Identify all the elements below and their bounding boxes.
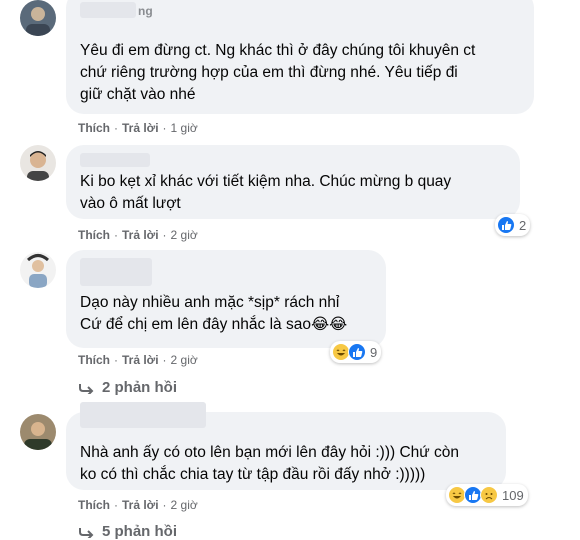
comment-text: Yêu đi em đừng ct. Ng khác thì ở đây chú… xyxy=(80,42,476,103)
reaction-count: 9 xyxy=(370,344,378,360)
comment-actions: Thích · Trả lời · 2 giờ xyxy=(78,228,198,242)
comment-bubble: Dạo này nhiều anh mặc *sịp* rách nhỉ Cứ … xyxy=(66,250,386,348)
view-replies-link[interactable]: 5 phản hồi xyxy=(78,523,177,540)
like-link[interactable]: Thích xyxy=(78,121,110,135)
reply-link[interactable]: Trả lời xyxy=(122,353,159,367)
timestamp[interactable]: 2 giờ xyxy=(171,353,198,367)
avatar[interactable] xyxy=(20,252,56,288)
sad-icon xyxy=(480,486,498,504)
reaction-count: 2 xyxy=(519,217,527,233)
redacted-author-name[interactable] xyxy=(80,402,206,428)
reply-link[interactable]: Trả lời xyxy=(122,121,159,135)
replies-count-label[interactable]: 5 phản hồi xyxy=(102,523,177,540)
comment-actions: Thích · Trả lời · 1 giờ xyxy=(78,121,198,135)
reply-arrow-icon xyxy=(79,527,94,538)
reaction-summary[interactable]: 109 xyxy=(446,484,528,506)
reaction-summary[interactable]: 2 xyxy=(495,214,531,236)
timestamp[interactable]: 1 giờ xyxy=(171,121,198,135)
timestamp[interactable]: 2 giờ xyxy=(171,228,198,242)
like-icon xyxy=(497,216,515,234)
comment-bubble: Nhà anh ấy có oto lên bạn mới lên đây hỏ… xyxy=(66,402,506,490)
comment-text: Ki bo kẹt xỉ khác với tiết kiệm nha. Chú… xyxy=(80,173,452,212)
like-icon xyxy=(348,343,366,361)
reply-link[interactable]: Trả lời xyxy=(122,228,159,242)
comment-bubble: Ki bo kẹt xỉ khác với tiết kiệm nha. Chú… xyxy=(66,145,520,219)
comment-actions: Thích · Trả lời · 2 giờ xyxy=(78,498,198,512)
replies-count-label[interactable]: 2 phản hồi xyxy=(102,379,177,396)
view-replies-link[interactable]: 2 phản hồi xyxy=(78,379,177,396)
like-link[interactable]: Thích xyxy=(78,228,110,242)
redacted-author-name[interactable] xyxy=(80,153,150,167)
like-link[interactable]: Thích xyxy=(78,498,110,512)
author-name-fragment[interactable]: ng xyxy=(138,4,153,18)
redacted-author-name[interactable] xyxy=(80,258,152,286)
comment-text: Dạo này nhiều anh mặc *sịp* rách nhỉ Cứ … xyxy=(80,294,348,333)
comment-actions: Thích · Trả lời · 2 giờ xyxy=(78,353,198,367)
like-link[interactable]: Thích xyxy=(78,353,110,367)
redacted-author-name[interactable] xyxy=(80,2,136,18)
comment-bubble: ng Yêu đi em đừng ct. Ng khác thì ở đây … xyxy=(66,0,534,114)
reaction-summary[interactable]: 9 xyxy=(330,341,382,363)
reply-arrow-icon xyxy=(79,383,94,394)
reaction-count: 109 xyxy=(502,487,524,503)
avatar[interactable] xyxy=(20,145,56,181)
reply-link[interactable]: Trả lời xyxy=(122,498,159,512)
avatar[interactable] xyxy=(20,0,56,36)
timestamp[interactable]: 2 giờ xyxy=(171,498,198,512)
avatar[interactable] xyxy=(20,414,56,450)
comment-text: Nhà anh ấy có oto lên bạn mới lên đây hỏ… xyxy=(80,444,459,483)
